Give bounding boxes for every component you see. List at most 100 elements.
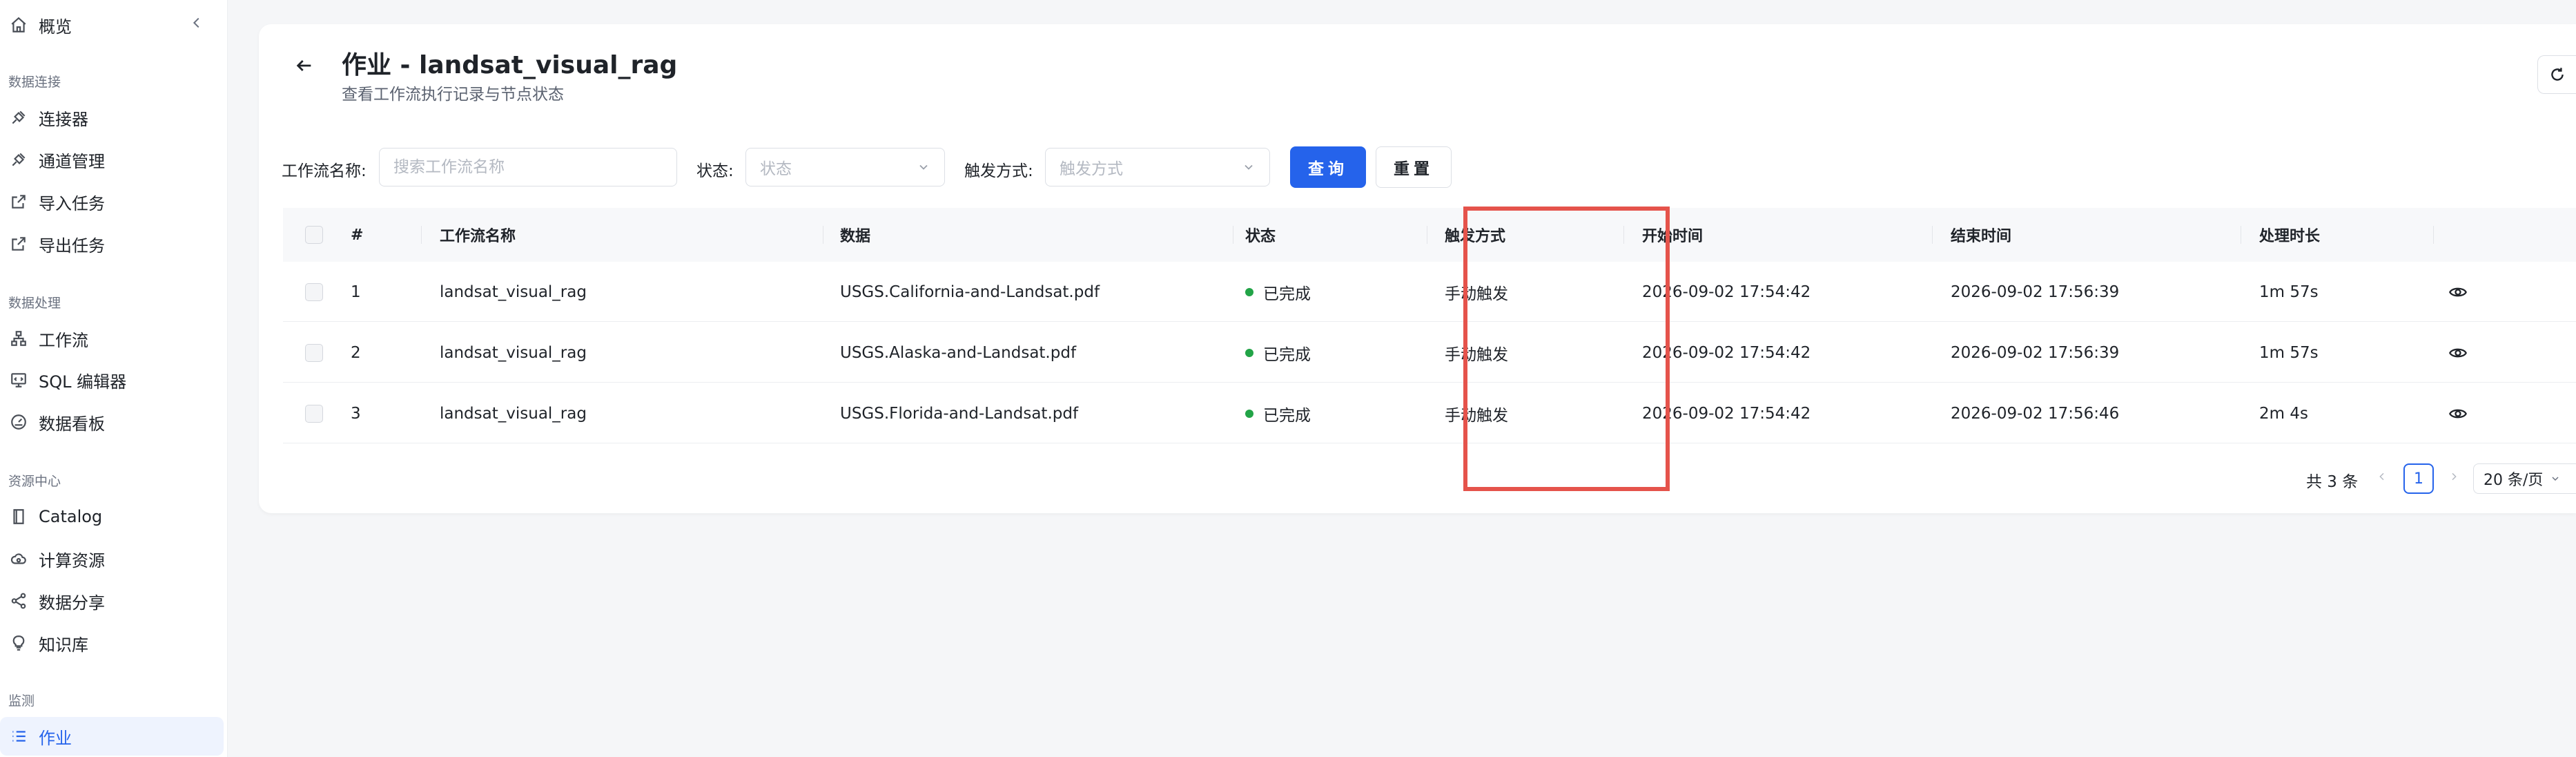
pagination-page-1[interactable]: 1 [2403,463,2434,494]
row-data-file: USGS.Florida-and-Landsat.pdf [840,404,1079,423]
select-all-checkbox[interactable] [305,226,323,244]
share-icon [8,591,29,611]
sidebar-item-workflow[interactable]: 工作流 [0,319,224,358]
pagination-prev-button[interactable] [2374,468,2390,485]
list-icon [8,726,29,747]
sidebar-item-label: 数据分享 [39,593,105,613]
row-duration: 1m 57s [2259,282,2319,301]
status-text: 已完成 [1263,285,1311,303]
page-subtitle: 查看工作流执行记录与节点状态 [342,86,564,104]
sidebar-item-label: SQL 编辑器 [39,372,127,392]
view-details-button[interactable] [2448,323,2468,383]
row-index: 1 [351,282,361,301]
status-select-placeholder: 状态 [760,160,792,178]
row-status: 已完成 [1245,262,1311,322]
table-row[interactable]: 3 landsat_visual_rag USGS.Florida-and-La… [283,383,2576,443]
row-duration: 2m 4s [2259,404,2308,423]
reset-button[interactable]: 重置 [1376,146,1452,188]
home-icon [8,15,29,35]
sidebar-section-title: 资源中心 [8,474,61,489]
pagination-next-button[interactable] [2446,468,2462,485]
status-text: 已完成 [1263,406,1311,425]
sidebar-item-sql-editor[interactable]: SQL 编辑器 [0,361,224,399]
row-checkbox[interactable] [305,404,323,423]
workflow-name-input[interactable] [379,148,677,186]
column-header-trigger: 触发方式 [1445,228,1506,245]
trigger-select-placeholder: 触发方式 [1060,160,1123,178]
page-title: 作业 - landsat_visual_rag [342,51,678,79]
page-size-value: 20 条/页 [2484,472,2544,489]
status-text: 已完成 [1263,345,1311,364]
sidebar-item-label: 导出任务 [39,236,105,256]
page-size-select[interactable]: 20 条/页 [2473,463,2576,494]
refresh-button[interactable] [2537,55,2576,94]
row-trigger: 手动触发 [1445,285,1508,303]
row-start-time: 2026-09-02 17:54:42 [1642,282,1811,301]
sidebar-item-compute[interactable]: 计算资源 [0,539,224,578]
pagination-total: 共 3 条 [2306,473,2359,491]
sidebar-item-knowledge-base[interactable]: 知识库 [0,624,224,662]
workflow-name-label: 工作流名称: [282,162,367,180]
sidebar-item-label: 数据看板 [39,414,105,434]
status-dot [1245,348,1253,357]
sidebar-item-data-share[interactable]: 数据分享 [0,582,224,620]
query-button[interactable]: 查询 [1290,146,1366,188]
jobs-card: 作业 - landsat_visual_rag 查看工作流执行记录与节点状态 工… [259,24,2576,513]
row-start-time: 2026-09-02 17:54:42 [1642,404,1811,423]
view-details-button[interactable] [2448,383,2468,443]
row-trigger: 手动触发 [1445,406,1508,425]
trigger-select[interactable]: 触发方式 [1045,148,1270,186]
eye-icon [2449,348,2467,357]
row-workflow-name: landsat_visual_rag [440,282,587,301]
column-header-start-time: 开始时间 [1642,228,1704,245]
plug-icon [8,149,29,170]
table-header: # 工作流名称 数据 状态 触发方式 开始时间 结束时间 处理时长 [283,208,2576,262]
column-header-workflow: 工作流名称 [440,228,516,245]
chevron-left-icon [2379,472,2384,481]
sidebar-item-connectors[interactable]: 连接器 [0,98,224,137]
sidebar-item-label: 知识库 [39,635,88,655]
row-checkbox[interactable] [305,343,323,362]
sidebar-item-export-tasks[interactable]: 导出任务 [0,224,224,263]
refresh-icon [2550,68,2564,81]
plug-icon [8,107,29,128]
status-dot [1245,287,1253,296]
external-link-icon [8,191,29,212]
row-status: 已完成 [1245,323,1311,383]
row-duration: 1m 57s [2259,343,2319,362]
row-index: 2 [351,343,361,362]
lightbulb-icon [8,633,29,653]
table-row[interactable]: 2 landsat_visual_rag USGS.Alaska-and-Lan… [283,323,2576,383]
row-checkbox[interactable] [305,282,323,301]
sidebar-item-dashboard[interactable]: 数据看板 [0,403,224,441]
external-link-icon [8,233,29,254]
view-details-button[interactable] [2448,262,2468,322]
book-icon [8,506,29,527]
row-end-time: 2026-09-02 17:56:39 [1951,343,2120,362]
row-trigger: 手动触发 [1445,345,1508,364]
column-header-index: # [351,226,364,244]
row-index: 3 [351,404,361,423]
table-row[interactable]: 1 landsat_visual_rag USGS.California-and… [283,262,2576,322]
gauge-icon [8,412,29,432]
sidebar-item-import-tasks[interactable]: 导入任务 [0,182,224,221]
chevron-down-icon [2552,477,2559,481]
trigger-label: 触发方式: [964,162,1033,180]
eye-icon [2449,287,2467,296]
row-data-file: USGS.Alaska-and-Landsat.pdf [840,343,1077,362]
sidebar-item-label: 工作流 [39,330,88,350]
sidebar-item-channels[interactable]: 通道管理 [0,140,224,179]
sidebar-item-catalog[interactable]: Catalog [0,497,224,536]
status-select[interactable]: 状态 [745,148,945,186]
cloud-icon [8,548,29,569]
workflow-icon [8,328,29,349]
status-label: 状态: [696,162,734,180]
sidebar-item-jobs[interactable]: 作业 [0,717,224,756]
sidebar-item-label: 计算资源 [39,550,105,571]
status-dot [1245,409,1253,418]
monitor-code-icon [8,370,29,390]
sidebar-item-label: 导入任务 [39,193,105,213]
sidebar-section-title: 数据处理 [8,296,61,311]
collapse-sidebar-button[interactable] [186,12,207,33]
back-button[interactable] [292,53,317,78]
